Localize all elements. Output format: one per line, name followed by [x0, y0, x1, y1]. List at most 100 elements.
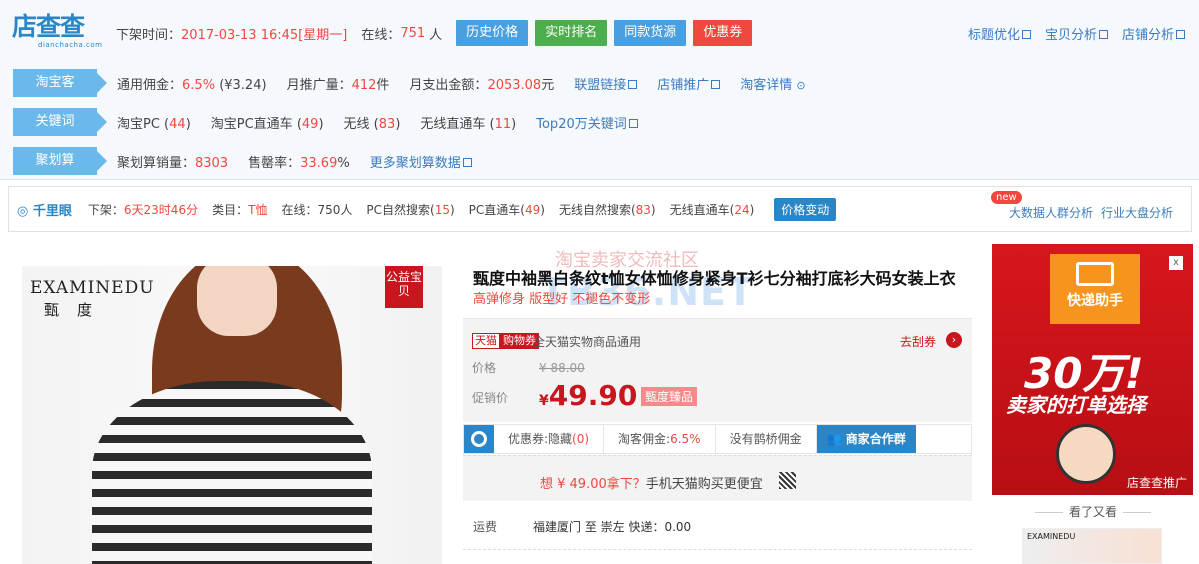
jhs-sales-value: 8303: [195, 155, 229, 171]
eye-icon: ◎: [17, 203, 29, 219]
commission-label: 通用佣金：: [117, 77, 183, 93]
sellout-unit: %: [337, 155, 350, 171]
product-main-image[interactable]: EXAMINEDU 甄度 公益宝贝: [22, 266, 442, 564]
qrcode-icon[interactable]: [779, 472, 796, 489]
chevron-right-icon[interactable]: ›: [946, 332, 962, 348]
ad-slogan: 卖家的打单选择: [1006, 393, 1146, 417]
currency-symbol: ¥: [539, 393, 549, 409]
shop-analysis-link[interactable]: 店铺分析: [1122, 24, 1185, 43]
close-icon[interactable]: x: [1169, 256, 1183, 270]
divider: [463, 549, 972, 550]
alliance-link[interactable]: 联盟链接: [574, 74, 638, 93]
keyword-wireless-ztc[interactable]: 无线直通车 (11): [420, 113, 516, 132]
brand-cn: 甄度: [44, 301, 111, 319]
keyword-taobao-pc[interactable]: 淘宝PC (44): [117, 113, 191, 132]
ad-brand: 快递助手: [1067, 293, 1123, 309]
tmall-coupon-tag: 天猫 购物券: [472, 333, 539, 349]
qlx-online-value: 750人: [317, 202, 353, 217]
commission-amount: (¥3.24): [219, 77, 267, 93]
jhs-sales-label: 聚划算销量：: [117, 155, 196, 171]
scratch-coupon-link[interactable]: 去刮券: [900, 333, 936, 350]
qlx-category-value: T恤: [248, 202, 268, 217]
promo-unit: 件: [376, 77, 390, 93]
spend-value: 2053.08: [487, 77, 542, 93]
promo-label: 月推广量：: [286, 77, 352, 93]
keywords-row: 淘宝PC (44) 淘宝PC直通车 (49) 无线 (83) 无线直通车 (11…: [117, 108, 638, 136]
qlx-offshelf-value: 6天23时46分: [123, 202, 199, 217]
price-change-button[interactable]: 价格变动: [774, 197, 837, 221]
sellout-label: 售罄率：: [248, 155, 301, 171]
external-link-icon: [1098, 30, 1108, 39]
qianliyan-eye-icon[interactable]: [464, 425, 494, 453]
action-button-1[interactable]: 实时排名: [535, 20, 608, 46]
shipping-label: 运费: [473, 520, 498, 534]
external-link-icon: [1021, 30, 1031, 39]
qlx-wireless-natural[interactable]: 无线自然搜索(83): [559, 201, 656, 218]
users-icon: 👥: [826, 432, 842, 446]
taoke-commission: 淘客佣金:6.5%: [604, 425, 716, 453]
item-analysis-link[interactable]: 宝贝分析: [1045, 24, 1108, 43]
juhuasuan-row: 聚划算销量：8303 售罄率：33.69% 更多聚划算数据: [117, 147, 472, 175]
action-button-2[interactable]: 同款货源: [614, 20, 687, 46]
taoke-detail-link[interactable]: 淘客详情 ⊙: [740, 74, 805, 93]
tag-taoke: 淘宝客: [13, 69, 107, 97]
recommend-thumbnail[interactable]: EXAMINEDU: [1022, 528, 1162, 564]
action-button-0[interactable]: 历史价格: [456, 20, 529, 46]
keyword-wireless[interactable]: 无线 (83): [344, 113, 401, 132]
charity-tag: 公益宝贝: [385, 266, 423, 308]
no-bridge-commission: 没有鹊桥佣金: [716, 425, 817, 453]
top-links: 标题优化 宝贝分析 店铺分析: [968, 24, 1185, 43]
external-link-icon: [628, 118, 638, 128]
coupon-scope: 全天猫实物商品通用: [533, 335, 642, 349]
promo-price-label: 促销价: [472, 391, 509, 405]
tag-keywords: 关键词: [13, 108, 107, 136]
top-keywords-link[interactable]: Top20万关键词: [536, 113, 638, 132]
tmall-tag: 天猫: [472, 333, 500, 349]
tag-juhuasuan: 聚划算: [13, 147, 107, 175]
product-subtitle: 高弹修身 版型好 不褪色不变形: [473, 292, 651, 307]
online-unit: 人: [429, 27, 443, 43]
see-also-heading: 看了又看: [993, 503, 1193, 520]
logo-text: 店查查: [12, 12, 85, 41]
dianchacha-logo[interactable]: 店查查 dianchacha.com: [12, 12, 104, 50]
product-title: 甄度中袖黑白条纹t恤女体恤修身紧身T衫七分袖打底衫大码女装上衣: [473, 269, 956, 288]
shipping-value[interactable]: 福建厦门 至 崇左 快递：0.00: [533, 518, 691, 535]
ad-footer: 店查查推广: [1126, 476, 1187, 490]
spend-unit: 元: [541, 77, 555, 93]
ad-banner[interactable]: 快递助手 30万! 卖家的打单选择 x 店查查推广: [992, 244, 1193, 495]
commission-value: 6.5%: [182, 77, 216, 93]
shop-promo-link[interactable]: 店铺推广: [657, 74, 721, 93]
sellout-value: 33.69: [300, 155, 338, 171]
qlx-pc-natural[interactable]: PC自然搜索(15): [366, 201, 454, 218]
crowd-analysis-link[interactable]: 大数据人群分析: [1009, 204, 1093, 221]
offshelf-row: 下架时间： 2017-03-13 16:45[星期一] 在线： 751 人 历史…: [116, 20, 759, 46]
external-link-icon: [1176, 30, 1185, 39]
merchant-group-button[interactable]: 👥 商家合作群: [816, 425, 916, 453]
new-badge: new: [991, 191, 1022, 204]
qianliyan-logo[interactable]: ◎ 千里眼: [17, 200, 72, 219]
keyword-taobao-pc-ztc[interactable]: 淘宝PC直通车 (49): [211, 113, 324, 132]
model-face: [197, 266, 277, 336]
qianliyan-bar: ◎ 千里眼 下架：6天23时46分 类目：T恤 在线：750人 PC自然搜索(1…: [8, 186, 1192, 232]
external-link-icon: [628, 79, 638, 89]
hidden-coupon[interactable]: 优惠券:隐藏(0): [494, 425, 605, 453]
industry-analysis-link[interactable]: 行业大盘分析: [1101, 204, 1173, 221]
qlx-wireless-ztc[interactable]: 无线直通车(24): [670, 201, 755, 218]
qlx-pc-ztc[interactable]: PC直通车(49): [469, 201, 545, 218]
online-value: 751: [400, 25, 426, 41]
price-box: 天猫 购物券 全天猫实物商品通用 去刮券 › 价格 ¥ 88.00 促销价 ¥4…: [463, 318, 972, 422]
title-optimize-link[interactable]: 标题优化: [968, 24, 1031, 43]
online-label: 在线：: [361, 27, 401, 43]
more-jhs-link[interactable]: 更多聚划算数据: [370, 152, 472, 171]
shipping-row: 运费 福建厦门 至 崇左 快递：0.00: [473, 518, 691, 535]
brand-en: EXAMINEDU: [30, 278, 155, 298]
external-link-icon: [462, 157, 472, 167]
taoke-row: 通用佣金：6.5% (¥3.24) 月推广量：412件 月支出金额：2053.0…: [117, 69, 806, 97]
express-icon: [1076, 262, 1114, 286]
striped-shirt: [92, 381, 372, 564]
plugin-panel: 店查查 dianchacha.com 下架时间： 2017-03-13 16:4…: [0, 0, 1199, 180]
mobile-promo: 想 ¥ 49.00拿下？手机天猫购买更便宜: [463, 455, 972, 501]
thumb-brand: EXAMINEDU: [1027, 532, 1076, 541]
action-button-3[interactable]: 优惠券: [693, 20, 753, 46]
qlx-online-label: 在线：: [281, 202, 318, 217]
